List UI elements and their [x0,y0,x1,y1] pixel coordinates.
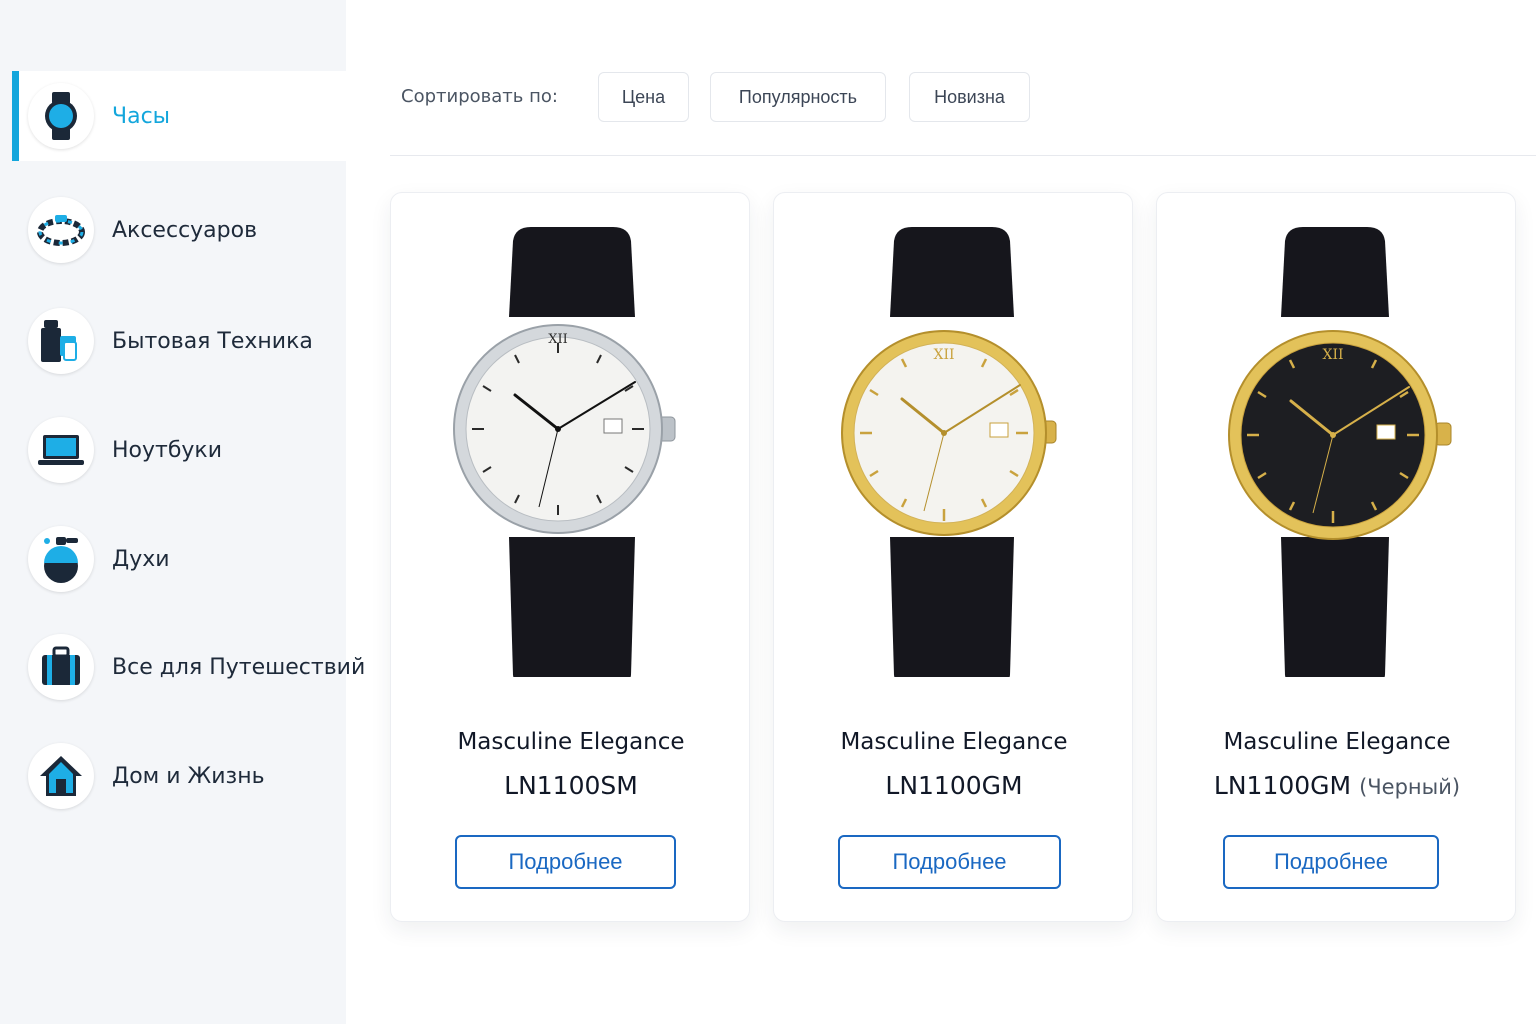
sidebar-item-label: Бытовая Техника [112,328,313,354]
sidebar-item-label: Все для Путешествий [112,654,366,680]
product-variant: (Черный) [1359,775,1461,799]
sort-by-newness-button[interactable]: Новизна [909,72,1030,122]
product-card: XII Masculine Elegance LN1100GM (Черный)… [1156,192,1516,922]
watch-gold-white-image[interactable]: XII [774,207,1134,677]
suitcase-icon [28,634,94,700]
product-name: Masculine Elegance [457,729,685,755]
bracelet-icon [28,197,94,263]
product-name: Masculine Elegance [840,729,1068,755]
product-model: LN1100GM [885,771,1023,800]
sidebar-item-label: Дом и Жизнь [112,763,265,789]
sidebar-item-home[interactable]: Дом и Жизнь [12,731,346,821]
sidebar-item-appliances[interactable]: Бытовая Техника [12,296,346,386]
details-button[interactable]: Подробнее [1223,835,1439,889]
sort-by-price-button[interactable]: Цена [598,72,689,122]
product-model: LN1100SM [504,771,638,800]
sidebar-item-label: Ноутбуки [112,437,223,463]
category-sidebar: Часы Аксессуаров Бытовая Техника Ноутбук… [0,0,365,1024]
appliance-icon [28,308,94,374]
sidebar-item-travel[interactable]: Все для Путешествий [12,622,365,712]
sort-label: Сортировать по: [401,86,558,107]
sidebar-item-label: Аксессуаров [112,217,258,243]
laptop-icon [28,417,94,483]
svg-text:XII: XII [548,332,568,347]
svg-text:XII: XII [1322,347,1343,363]
svg-text:XII: XII [933,347,954,363]
watch-gold-black-image[interactable]: XII [1157,207,1517,677]
sidebar-item-perfume[interactable]: Духи [12,514,346,604]
house-icon [28,743,94,809]
sidebar-item-watches[interactable]: Часы [12,71,346,161]
product-model: LN1100GM (Черный) [1213,771,1461,800]
details-button[interactable]: Подробнее [455,835,676,889]
product-card: XII Masculine Elegance LN1100SM Подробне… [390,192,750,922]
details-button[interactable]: Подробнее [838,835,1061,889]
product-name: Masculine Elegance [1223,729,1451,755]
watch-silver-white-image[interactable]: XII [391,207,751,677]
watch-icon [28,83,94,149]
sidebar-item-label: Часы [112,103,171,129]
sort-by-popularity-button[interactable]: Популярность [710,72,886,122]
sidebar-item-accessories[interactable]: Аксессуаров [12,185,346,275]
divider [390,155,1536,156]
sidebar-item-label: Духи [112,546,170,572]
app: Часы Аксессуаров Бытовая Техника Ноутбук… [0,0,1536,1024]
perfume-icon [28,526,94,592]
product-card: XII Masculine Elegance LN1100GM Подробне… [773,192,1133,922]
sidebar-item-laptops[interactable]: Ноутбуки [12,405,346,495]
